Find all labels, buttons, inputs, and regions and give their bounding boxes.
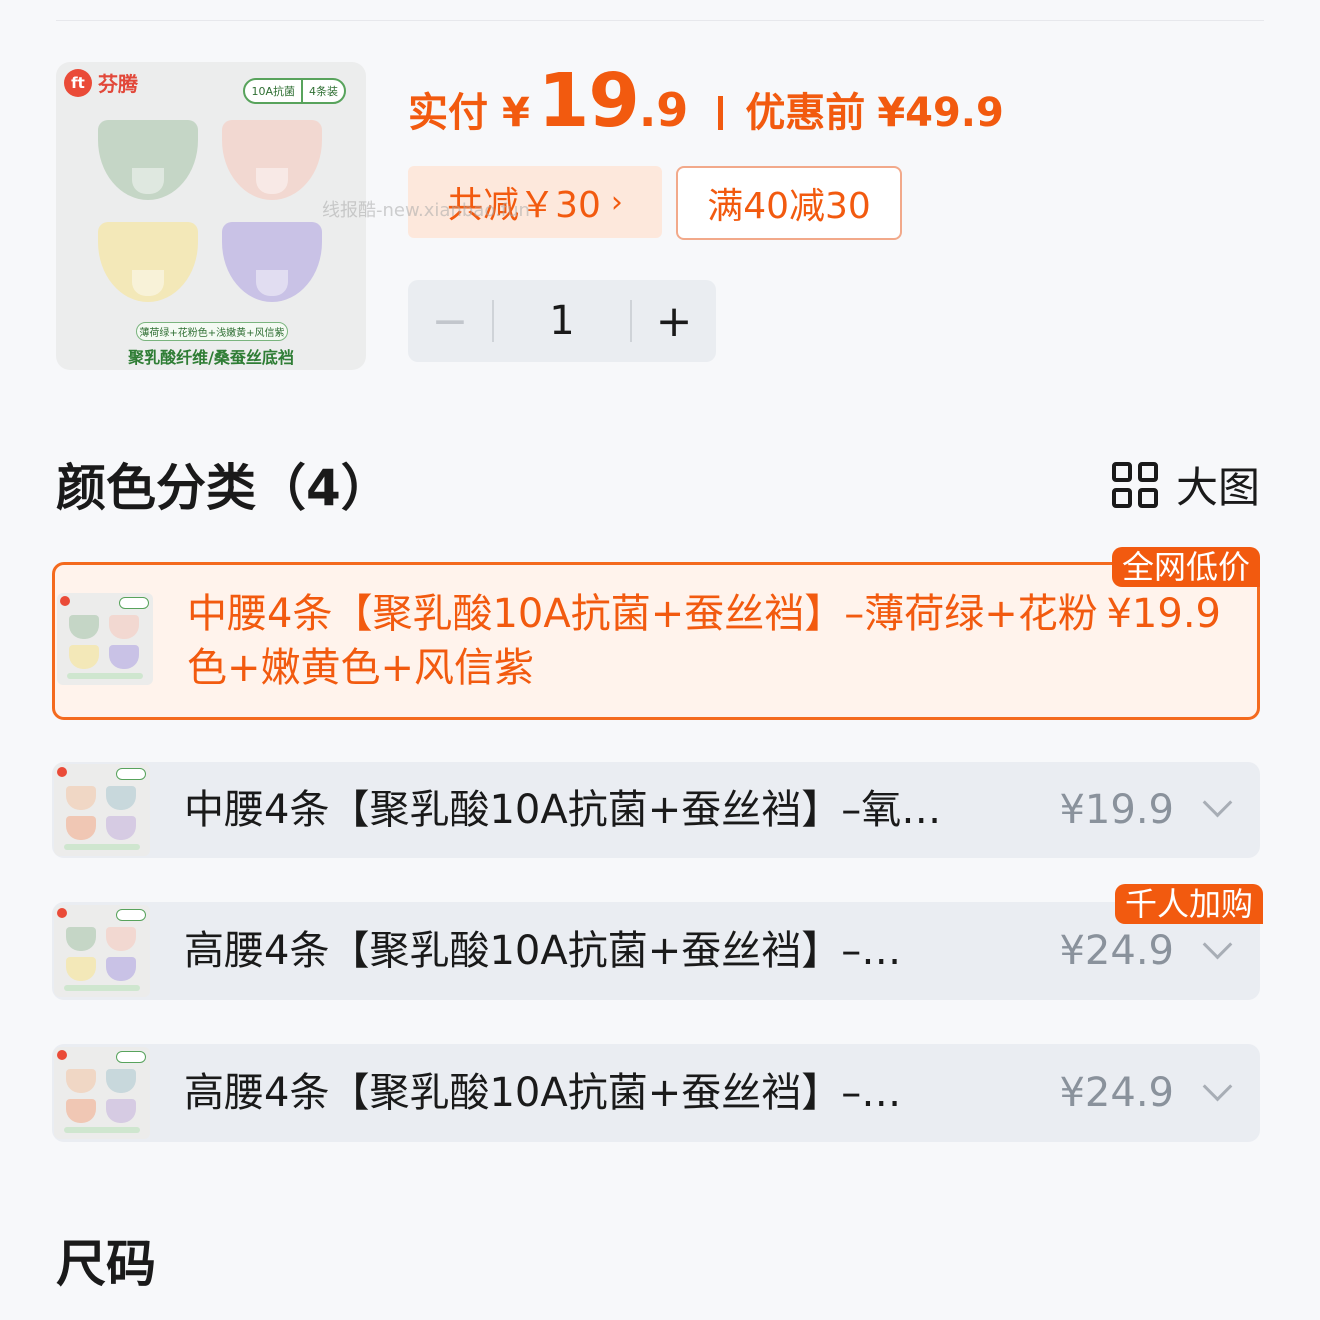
option-label: 中腰4条【聚乳酸10A抗菌+蚕丝裆】–薄荷绿+花粉色+嫩黄色+风信紫 xyxy=(187,591,1098,691)
color-option-3[interactable]: 高腰4条【聚乳酸10A抗菌+蚕丝裆】–… ¥24.9 千人加购 xyxy=(52,884,1263,1000)
option-label: 高腰4条【聚乳酸10A抗菌+蚕丝裆】–… xyxy=(184,928,902,974)
color-section-title: 颜色分类（4） xyxy=(56,459,391,517)
option-label: 高腰4条【聚乳酸10A抗菌+蚕丝裆】–… xyxy=(184,1070,902,1116)
currency-symbol: ¥ xyxy=(502,90,530,136)
brand-mark-icon: ft xyxy=(64,68,92,97)
badge-antibacterial: 10A抗菌 xyxy=(251,85,295,98)
original-price-label: 优惠前 xyxy=(745,90,866,136)
color-option-1[interactable]: 中腰4条【聚乳酸10A抗菌+蚕丝裆】–薄荷绿+花粉色+嫩黄色+风信紫 ¥19.9… xyxy=(52,547,1260,720)
panty-mint-image xyxy=(98,120,198,200)
final-price-label: 实付 xyxy=(408,90,488,136)
decrease-quantity-button[interactable]: − xyxy=(408,296,492,347)
coupon-rule-tag: 满40减30 xyxy=(676,166,902,240)
color-option-2[interactable]: 中腰4条【聚乳酸10A抗菌+蚕丝裆】–氧… ¥19.9 xyxy=(52,762,1260,858)
final-price-decimal: .9 xyxy=(638,83,689,137)
large-image-label: 大图 xyxy=(1175,463,1260,512)
chevron-down-icon[interactable] xyxy=(1202,929,1233,960)
price-separator xyxy=(718,96,724,130)
product-color-caption: 薄荷绿+花粉色+浅嫩黄+风信紫 xyxy=(136,322,288,341)
size-section-title: 尺码 xyxy=(56,1235,156,1293)
grid-icon xyxy=(1111,461,1158,508)
panty-pink-image xyxy=(222,120,322,200)
color-option-4[interactable]: 高腰4条【聚乳酸10A抗菌+蚕丝裆】–… ¥24.9 xyxy=(52,1044,1260,1142)
chevron-down-icon[interactable] xyxy=(1202,787,1233,818)
quantity-stepper: − 1 + xyxy=(408,280,716,362)
product-image[interactable]: ft 芬腾 10A抗菌 4条装 薄荷绿+花粉色+浅嫩黄+风信紫 聚乳酸纤维/桑蚕… xyxy=(56,62,366,370)
option-price: ¥19.9 xyxy=(1106,591,1221,637)
brand-logo: ft 芬腾 xyxy=(64,68,138,97)
watermark: 线报酷-new.xianbao.fun xyxy=(322,200,530,221)
option-price: ¥24.9 xyxy=(1059,928,1174,974)
option-thumbnail xyxy=(54,905,150,997)
price-row: 实付 ¥ 19 .9 优惠前 ¥49.9 xyxy=(408,58,1004,158)
badge-pack-count: 4条装 xyxy=(301,80,344,102)
product-badges: 10A抗菌 4条装 xyxy=(243,78,346,104)
panty-purple-image xyxy=(222,222,322,302)
increase-quantity-button[interactable]: + xyxy=(632,296,716,347)
option-price: ¥19.9 xyxy=(1059,787,1174,833)
final-price-integer: 19 xyxy=(537,58,640,144)
popular-badge: 千人加购 xyxy=(1114,884,1263,924)
option-thumbnail xyxy=(57,593,153,685)
option-thumbnail xyxy=(54,1047,150,1139)
product-material: 聚乳酸纤维/桑蚕丝底裆 xyxy=(128,348,294,367)
chevron-right-icon: › xyxy=(610,184,623,220)
large-image-toggle[interactable]: 大图 xyxy=(1111,454,1260,515)
option-label: 中腰4条【聚乳酸10A抗菌+蚕丝裆】–氧… xyxy=(184,787,942,833)
panty-yellow-image xyxy=(98,222,198,302)
option-price: ¥24.9 xyxy=(1059,1070,1174,1116)
chevron-down-icon[interactable] xyxy=(1202,1071,1233,1102)
brand-name: 芬腾 xyxy=(98,72,138,96)
quantity-value[interactable]: 1 xyxy=(494,298,630,344)
option-thumbnail xyxy=(54,764,150,856)
top-divider xyxy=(56,20,1264,21)
lowest-price-badge: 全网低价 xyxy=(1111,547,1260,587)
original-price-value: ¥49.9 xyxy=(877,90,1004,136)
